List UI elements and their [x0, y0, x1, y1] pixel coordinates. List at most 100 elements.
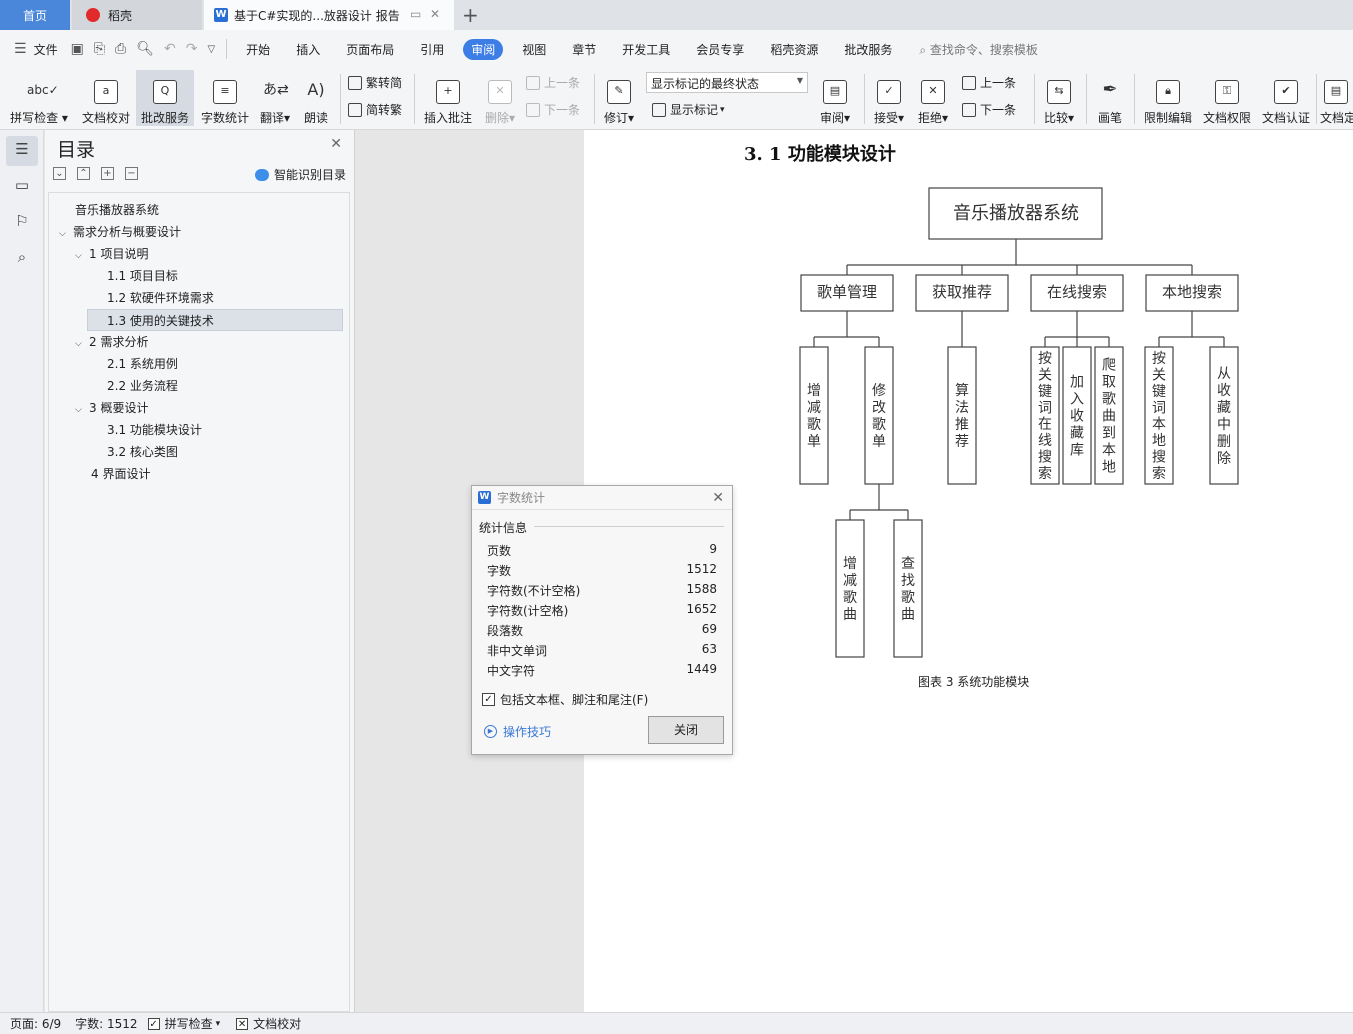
toc-item-label: 4 界面设计	[91, 467, 151, 481]
chevron-down-icon[interactable]: ⌵	[75, 399, 89, 421]
tab-daoke[interactable]: 稻壳	[72, 0, 202, 30]
tab-home[interactable]: 首页	[0, 0, 70, 30]
print-icon[interactable]: ⎙	[115, 41, 126, 57]
menu-review[interactable]: 审阅	[463, 38, 504, 60]
prev-comment-button[interactable]: 上一条	[526, 74, 580, 91]
doc-permission-button[interactable]: ⚿ 文档权限	[1199, 70, 1255, 126]
menu-start[interactable]: 开始	[246, 41, 270, 58]
accept-button[interactable]: ✓ 接受▾	[870, 70, 908, 126]
menu-insert[interactable]: 插入	[296, 41, 320, 58]
toc-item[interactable]: 1.2 软硬件环境需求	[107, 287, 214, 309]
toc-item[interactable]: ⌵ 1 项目说明	[75, 243, 148, 265]
chapter-nav-icon[interactable]: ▭	[12, 176, 32, 196]
stat-value: 1652	[686, 602, 717, 616]
tab-document[interactable]: W 基于C#实现的...放器设计 报告 ▭ ✕	[204, 0, 454, 30]
add-level-icon[interactable]: +	[101, 167, 114, 180]
menu-member[interactable]: 会员专享	[696, 41, 744, 58]
quick-access-dropdown-icon[interactable]: ▽	[207, 44, 215, 55]
menu-references[interactable]: 引用	[420, 41, 444, 58]
doc-check-button[interactable]: a 文档校对	[78, 70, 134, 126]
read-aloud-button[interactable]: A) 朗读	[298, 70, 334, 126]
toc-item[interactable]: ⌵ 2 需求分析	[75, 331, 148, 353]
include-notes-checkbox[interactable]: ✓ 包括文本框、脚注和尾注(F)	[482, 691, 648, 708]
close-button[interactable]: 关闭	[648, 716, 724, 744]
word-count-indicator[interactable]: 字数: 1512	[75, 1015, 137, 1032]
next-comment-button[interactable]: 下一条	[526, 101, 580, 118]
review-pane-button[interactable]: ▤ 审阅▾	[816, 70, 854, 126]
toc-item-selected[interactable]: 1.3 使用的关键技术	[87, 309, 343, 331]
spellcheck-label: 拼写检查	[10, 111, 59, 125]
prev-change-button[interactable]: 上一条	[962, 74, 1016, 91]
close-icon[interactable]: ✕	[330, 136, 342, 152]
command-search[interactable]: ⌕ 查找命令、搜索模板	[919, 41, 1038, 58]
menu-view[interactable]: 视图	[522, 41, 546, 58]
toc-item[interactable]: 音乐播放器系统	[75, 199, 159, 221]
revise-button[interactable]: ✎ 修订▾	[600, 70, 638, 126]
markup-state-select[interactable]: 显示标记的最终状态 ▼	[646, 72, 808, 93]
export-pdf-icon[interactable]: ⎘	[94, 41, 105, 57]
next-change-button[interactable]: 下一条	[962, 101, 1016, 118]
spellcheck-status[interactable]: ✓ 拼写检查 ▾	[147, 1015, 220, 1032]
word-count-button[interactable]: ≡ 字数统计	[198, 70, 252, 126]
hamburger-icon[interactable]: ☰	[14, 41, 27, 57]
show-markup-button[interactable]: 显示标记 ▾	[652, 101, 725, 118]
chevron-down-icon: ▾	[720, 104, 725, 115]
compare-button[interactable]: ⇆ 比较▾	[1040, 70, 1078, 126]
menu-file[interactable]: 文件	[34, 41, 58, 58]
save-icon[interactable]: ▣	[71, 41, 84, 57]
undo-icon[interactable]: ↶	[164, 41, 176, 57]
simp-to-trad-button[interactable]: 简转繁	[348, 101, 402, 118]
toc-item[interactable]: 2.2 业务流程	[107, 375, 178, 397]
close-icon[interactable]: ✕	[712, 490, 724, 506]
doc-cert-icon: ✔	[1274, 80, 1298, 104]
doc-more-button[interactable]: ▤ 文档定	[1320, 70, 1353, 126]
page-indicator[interactable]: 页面: 6/9	[10, 1015, 61, 1032]
spellcheck-button[interactable]: abc✓ 拼写检查 ▾	[8, 70, 70, 126]
delete-comment-button[interactable]: ✕ 删除▾	[480, 70, 520, 126]
menu-daoke-resources[interactable]: 稻壳资源	[770, 41, 818, 58]
read-aloud-label: 朗读	[303, 111, 328, 125]
chevron-down-icon[interactable]: ⌵	[75, 245, 89, 267]
trad-to-simp-button[interactable]: 繁转简	[348, 74, 402, 91]
print-preview-icon[interactable]: 🔍︎	[136, 41, 154, 57]
tips-link[interactable]: ▶ 操作技巧	[484, 723, 551, 740]
screen-icon[interactable]: ▭	[410, 7, 421, 21]
toc-item[interactable]: ⌵ 3 概要设计	[75, 397, 148, 419]
insert-comment-button[interactable]: + 插入批注	[420, 70, 476, 126]
toc-item[interactable]: 1.1 项目目标	[107, 265, 178, 287]
menu-page-layout[interactable]: 页面布局	[346, 41, 394, 58]
restrict-edit-button[interactable]: 🔒︎ 限制编辑	[1140, 70, 1196, 126]
chevron-down-icon[interactable]: ⌵	[59, 223, 73, 245]
smart-toc-button[interactable]: 智能识别目录	[254, 166, 346, 183]
toc-item[interactable]: 3.2 核心类图	[107, 441, 178, 463]
doc-cert-label: 文档认证	[1261, 111, 1310, 125]
new-tab-icon[interactable]: +	[462, 3, 479, 27]
dialog-title-bar[interactable]: W 字数统计	[472, 486, 732, 510]
correction-service-button[interactable]: Q 批改服务	[136, 70, 194, 126]
toc-item[interactable]: 4 界面设计	[91, 463, 150, 485]
close-tab-icon[interactable]: ✕	[430, 7, 440, 21]
expand-up-icon[interactable]: ⌃	[77, 167, 90, 180]
redo-icon[interactable]: ↷	[186, 41, 198, 57]
toc-item[interactable]: 2.1 系统用例	[107, 353, 178, 375]
translate-button[interactable]: あ⇄ 翻译▾	[256, 70, 294, 126]
checkbox-checked-icon[interactable]: ✓	[482, 693, 495, 706]
review-pane-icon: ▤	[823, 80, 847, 104]
doc-cert-button[interactable]: ✔ 文档认证	[1258, 70, 1314, 126]
search-icon[interactable]: ⌕	[12, 248, 32, 268]
pen-button[interactable]: ✒ 画笔	[1092, 70, 1128, 126]
menu-chapter[interactable]: 章节	[572, 41, 596, 58]
proof-status[interactable]: ✕ 文档校对	[236, 1015, 301, 1032]
proof-icon: ✕	[236, 1017, 249, 1030]
toc-icon[interactable]: ☰	[12, 140, 32, 160]
bookmark-icon[interactable]: ⚐	[12, 212, 32, 232]
collapse-all-icon[interactable]: ⌄	[53, 167, 66, 180]
reject-button[interactable]: ✕ 拒绝▾	[914, 70, 952, 126]
menu-correction[interactable]: 批改服务	[844, 41, 892, 58]
chevron-down-icon[interactable]: ⌵	[75, 333, 89, 355]
toc-item[interactable]: 3.1 功能模块设计	[107, 419, 202, 441]
toc-item-label: 3 概要设计	[89, 401, 149, 415]
menu-developer[interactable]: 开发工具	[622, 41, 670, 58]
remove-level-icon[interactable]: −	[125, 167, 138, 180]
toc-item[interactable]: ⌵ 需求分析与概要设计	[59, 221, 181, 243]
